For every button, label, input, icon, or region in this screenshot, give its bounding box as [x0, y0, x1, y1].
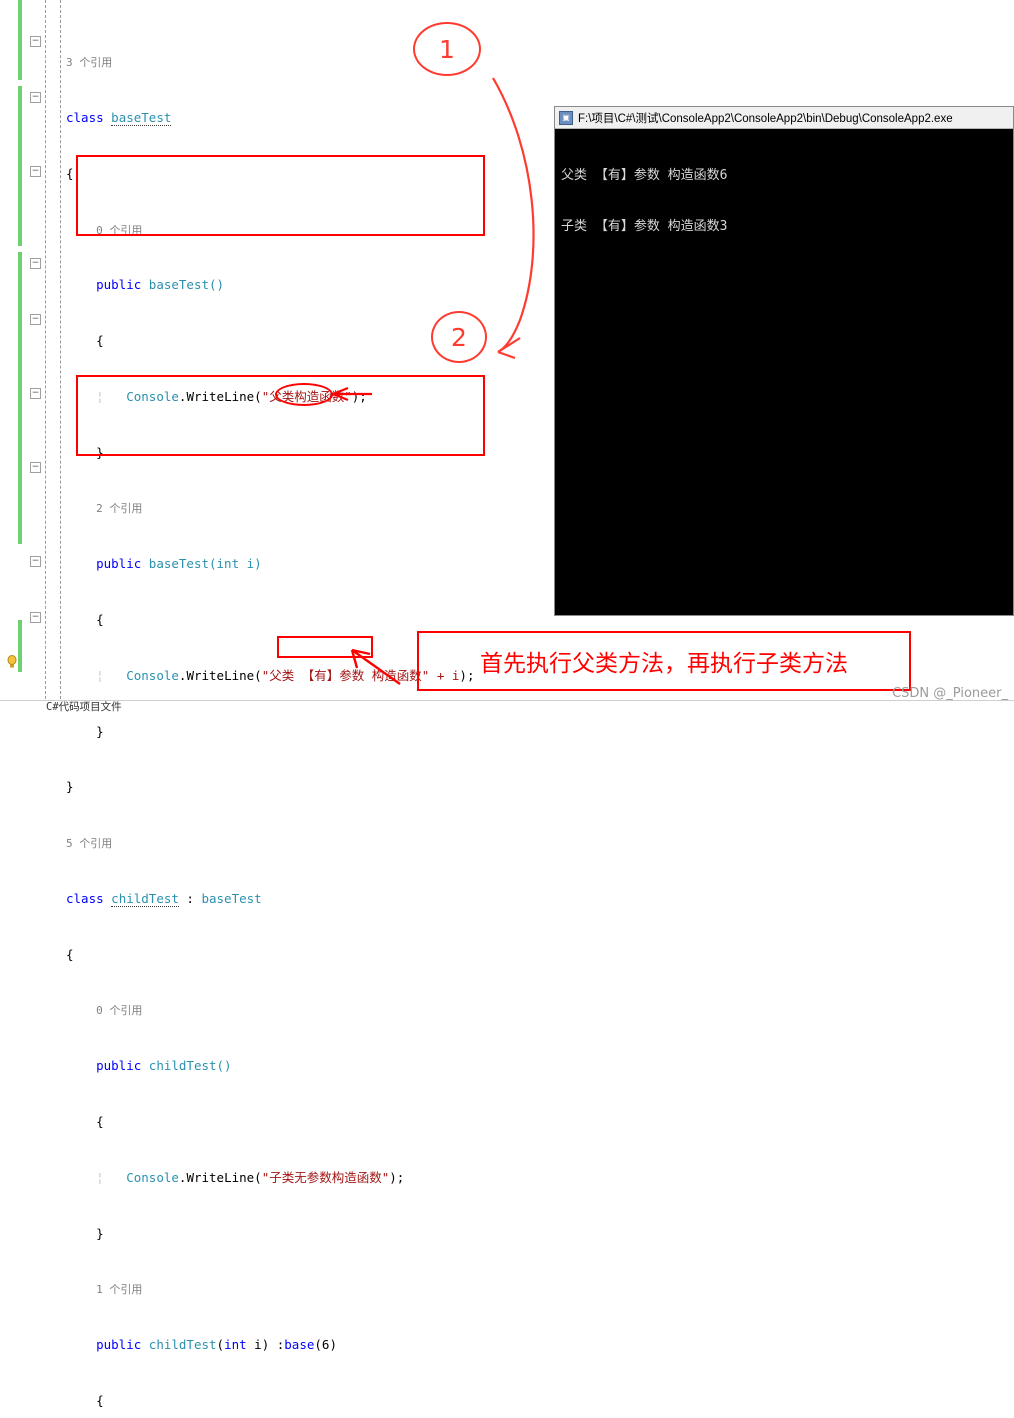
- console-output: 父类 【有】参数 构造函数6 子类 【有】参数 构造函数3: [555, 129, 1013, 273]
- annotation-note: 首先执行父类方法，再执行子类方法: [417, 631, 911, 691]
- fold-toggle[interactable]: −: [30, 612, 41, 623]
- change-bar: [18, 0, 22, 80]
- console-title-text: F:\项目\C#\测试\ConsoleApp2\ConsoleApp2\bin\…: [578, 112, 953, 125]
- console-app-icon: ▣: [559, 110, 573, 125]
- console-output-line: 子类 【有】参数 构造函数3: [561, 219, 728, 234]
- fold-toggle[interactable]: −: [30, 258, 41, 269]
- code-line: public childTest(): [96, 1058, 232, 1074]
- fold-toggle[interactable]: −: [30, 166, 41, 177]
- marker-one-label: 1: [439, 34, 455, 64]
- code-ref-line: 5 个引用: [66, 837, 113, 851]
- highlight-box-base-ctor: [76, 155, 485, 236]
- highlight-ellipse-base-call: [275, 383, 333, 406]
- code-ref-line: 0 个引用: [96, 1004, 143, 1018]
- fold-toggle[interactable]: −: [30, 92, 41, 103]
- code-line: }: [66, 1225, 104, 1241]
- code-line: }: [66, 723, 104, 739]
- code-line: class baseTest: [66, 109, 172, 126]
- marker-one: 1: [413, 22, 481, 76]
- change-bar: [18, 252, 22, 544]
- console-output-line: 父类 【有】参数 构造函数6: [561, 168, 728, 183]
- ctor-signature: baseTest(int i): [148, 556, 262, 572]
- fold-toggle[interactable]: −: [30, 36, 41, 47]
- fold-toggle[interactable]: −: [30, 462, 41, 473]
- code-ref-line: 2 个引用: [96, 502, 143, 516]
- code-line: class childTest : baseTest: [66, 890, 262, 907]
- editor-status-text: C#代码项目文件: [46, 701, 122, 713]
- code-line: ¦ Console.WriteLine("子类无参数构造函数");: [66, 1169, 405, 1185]
- code-line: public baseTest(): [96, 277, 225, 293]
- code-line: }: [66, 779, 74, 795]
- console-title-bar[interactable]: ▣ F:\项目\C#\测试\ConsoleApp2\ConsoleApp2\bi…: [555, 107, 1013, 129]
- code-line: {: [66, 946, 74, 962]
- console-window[interactable]: ▣ F:\项目\C#\测试\ConsoleApp2\ConsoleApp2\bi…: [554, 106, 1014, 616]
- code-line: public childTest(int i) :base(6): [96, 1337, 337, 1353]
- code-line: {: [66, 612, 104, 627]
- lightbulb-icon[interactable]: [7, 655, 17, 668]
- fold-toggle[interactable]: −: [30, 314, 41, 325]
- indent-guide-left: [45, 0, 46, 709]
- editor-gutter: [0, 0, 30, 709]
- watermark: CSDN @_Pioneer_: [892, 686, 1008, 701]
- code-line: {: [66, 333, 104, 349]
- code-line: {: [66, 1392, 104, 1408]
- marker-two: 2: [431, 311, 487, 363]
- fold-toggle[interactable]: −: [30, 388, 41, 399]
- marker-two-label: 2: [451, 322, 467, 352]
- annotation-note-text: 首先执行父类方法，再执行子类方法: [480, 651, 848, 677]
- change-bar: [18, 620, 22, 672]
- code-line: public baseTest(int i): [96, 556, 262, 572]
- indent-guide-second: [60, 0, 61, 709]
- fold-toggle[interactable]: −: [30, 556, 41, 567]
- highlight-box-new-childtest: [277, 636, 373, 658]
- code-line: {: [66, 1114, 104, 1130]
- change-bar: [18, 86, 22, 246]
- code-ref-line: 3 个引用: [66, 56, 113, 70]
- code-ref-line: 1 个引用: [96, 1283, 143, 1297]
